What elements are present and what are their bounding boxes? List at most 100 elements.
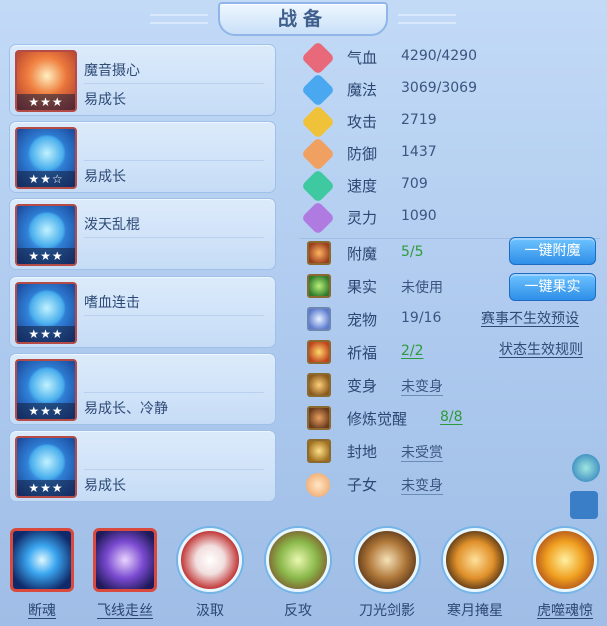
- refresh-icon[interactable]: [572, 454, 600, 482]
- lightning-icon: [301, 169, 335, 203]
- stat-row-hp: 气血 4290/4290: [300, 41, 600, 75]
- equip-value: 5/5: [401, 244, 424, 260]
- stats-panel: 气血 4290/4290 魔法 3069/3069 攻击 2719 防御 143…: [300, 40, 607, 519]
- heart-icon: [301, 41, 335, 75]
- star-rating: ★★☆: [17, 171, 75, 187]
- divider: [84, 315, 264, 316]
- share-icon[interactable]: [570, 491, 598, 519]
- bottom-skill[interactable]: 反攻: [264, 528, 332, 626]
- stat-label: 灵力: [347, 209, 378, 227]
- skill-card[interactable]: ★★★ 嗜血连击: [9, 276, 276, 348]
- equip-row-child: 子女 未变身: [300, 469, 600, 499]
- stat-value: 3069/3069: [401, 80, 477, 96]
- moon-silhouette-icon: [443, 528, 507, 592]
- enchant-icon: [307, 241, 331, 265]
- divider: [84, 83, 264, 84]
- stat-row-spirit: 灵力 1090: [300, 201, 600, 235]
- divider: [84, 469, 264, 470]
- skill-list: ★★★ 魔音摄心 易成长 ★★☆ 易成长 ★★★ 泼天乱棍 ★★★ 嗜血连击 ★…: [9, 44, 276, 506]
- stat-row-defense: 防御 1437: [300, 137, 600, 171]
- title-ornament-left: [150, 14, 208, 24]
- blue-orb-icon: [10, 528, 74, 592]
- pet-icon: [307, 307, 331, 331]
- skill-label: 寒月掩星: [447, 603, 503, 619]
- equip-value[interactable]: 未变身: [401, 376, 443, 396]
- stat-label: 速度: [347, 177, 378, 195]
- skill-card[interactable]: ★★★ 泼天乱棍: [9, 198, 276, 270]
- star-rating: ★★★: [17, 94, 75, 110]
- equip-row-transform: 变身 未变身: [300, 370, 600, 400]
- star-rating: ★★★: [17, 480, 75, 496]
- one-click-enchant-button[interactable]: 一键附魔: [509, 237, 596, 265]
- fire-popsicle-icon: ★★★: [15, 50, 77, 112]
- stat-label: 攻击: [347, 113, 378, 131]
- shield-icon: [301, 137, 335, 171]
- equip-label: 变身: [347, 377, 378, 395]
- fruit-icon: [307, 274, 331, 298]
- skill-trait: 易成长: [84, 169, 126, 185]
- skill-trait: 易成长、冷静: [84, 401, 168, 417]
- bottom-skill[interactable]: 虎噬魂惊: [531, 528, 599, 626]
- bottom-skill[interactable]: 汲取: [176, 528, 244, 626]
- fief-icon: [307, 439, 331, 463]
- skill-label: 汲取: [196, 603, 224, 619]
- divider: [84, 237, 264, 238]
- stat-row-mp: 魔法 3069/3069: [300, 73, 600, 107]
- bless-icon: [307, 340, 331, 364]
- status-rules-link[interactable]: 状态生效规则: [499, 339, 583, 359]
- window-title: 战备: [277, 8, 328, 30]
- skill-card[interactable]: ★★★ 魔音摄心 易成长: [9, 44, 276, 116]
- equip-value[interactable]: 8/8: [440, 409, 463, 425]
- skill-label: 刀光剑影: [359, 603, 415, 619]
- stat-value: 1437: [401, 144, 437, 160]
- red-swirl-icon: [178, 528, 242, 592]
- skill-card[interactable]: ★★☆ 易成长: [9, 121, 276, 193]
- title-plate: 战备: [218, 2, 388, 36]
- stat-label: 魔法: [347, 81, 378, 99]
- divider: [84, 160, 264, 161]
- blue-warrior-icon: ★★★: [15, 204, 77, 266]
- bottom-skill[interactable]: 飞线走丝: [91, 528, 159, 626]
- skill-name: 嗜血连击: [84, 295, 140, 311]
- one-click-fruit-button[interactable]: 一键果实: [509, 273, 596, 301]
- skill-bar: 断魂 飞线走丝 汲取 反攻 刀光剑影 寒月掩星 虎噬魂惊: [0, 520, 607, 626]
- sword-icon: [301, 105, 335, 139]
- mana-gem-icon: [301, 73, 335, 107]
- blue-beast-icon: ★★☆: [15, 127, 77, 189]
- equip-value[interactable]: 2/2: [401, 343, 424, 359]
- stat-value: 709: [401, 176, 428, 192]
- equip-label: 封地: [347, 443, 378, 461]
- skill-trait: 易成长: [84, 92, 126, 108]
- star-rating: ★★★: [17, 326, 75, 342]
- equip-label: 修炼觉醒: [347, 410, 408, 428]
- blue-armor-icon: ★★★: [15, 359, 77, 421]
- blue-dragon-icon: ★★★: [15, 282, 77, 344]
- equip-label: 子女: [347, 476, 378, 494]
- skill-label: 虎噬魂惊: [537, 603, 593, 619]
- child-icon: [306, 473, 330, 497]
- blade-icon: [355, 528, 419, 592]
- skill-card[interactable]: ★★★ 易成长: [9, 430, 276, 502]
- stat-value: 4290/4290: [401, 48, 477, 64]
- equip-label: 祈福: [347, 344, 378, 362]
- stat-row-speed: 速度 709: [300, 169, 600, 203]
- stat-value: 2719: [401, 112, 437, 128]
- bottom-skill[interactable]: 寒月掩星: [441, 528, 509, 626]
- title-ornament-right: [398, 14, 456, 24]
- star-rating: ★★★: [17, 248, 75, 264]
- skill-card[interactable]: ★★★ 易成长、冷静: [9, 353, 276, 425]
- stat-value: 1090: [401, 208, 437, 224]
- green-claw-icon: [266, 528, 330, 592]
- bottom-skill[interactable]: 刀光剑影: [353, 528, 421, 626]
- bottom-skill[interactable]: 断魂: [8, 528, 76, 626]
- event-preset-link[interactable]: 赛事不生效预设: [481, 308, 579, 328]
- equip-value[interactable]: 未变身: [401, 475, 443, 495]
- skill-name: 魔音摄心: [84, 63, 140, 79]
- skill-trait: 易成长: [84, 478, 126, 494]
- equip-value[interactable]: 未受赏: [401, 442, 443, 462]
- equip-row-cultivate: 修炼觉醒 8/8: [300, 403, 600, 433]
- skill-label: 断魂: [28, 603, 56, 619]
- tiger-icon: [533, 528, 597, 592]
- equip-label: 附魔: [347, 245, 378, 263]
- skill-label: 反攻: [284, 603, 312, 619]
